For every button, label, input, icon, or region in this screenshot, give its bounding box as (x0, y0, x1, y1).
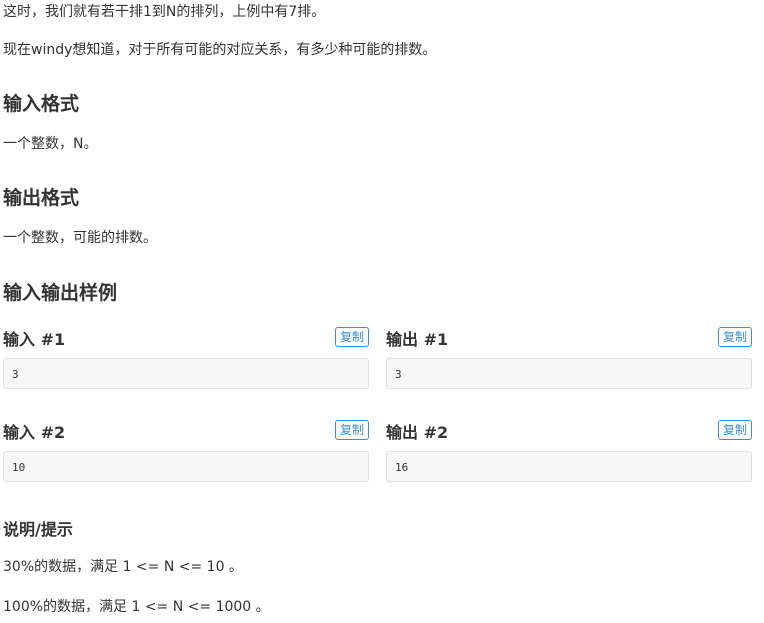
output-format-text: 一个整数，可能的排数。 (3, 230, 157, 246)
sample-output-1-box[interactable]: 3 (386, 358, 752, 389)
sample-output-1-title: 输出 #1 (386, 330, 449, 349)
sample-output-2-box[interactable]: 16 (386, 451, 752, 482)
hint-heading: 说明/提示 (3, 520, 73, 539)
copy-input-1-button[interactable]: 复制 (334, 327, 369, 347)
hint-text-1: 30%的数据，满足 1 <= N <= 10 。 (3, 559, 243, 575)
intro-paragraph-1: 这时，我们就有若干排1到N的排列，上例中有7排。 (3, 4, 326, 20)
samples-heading: 输入输出样例 (3, 282, 118, 304)
copy-output-1-button[interactable]: 复制 (717, 327, 752, 347)
copy-output-2-button[interactable]: 复制 (717, 420, 752, 440)
sample-input-1-box[interactable]: 3 (3, 358, 369, 389)
sample-input-2-box[interactable]: 10 (3, 451, 369, 482)
intro-paragraph-2: 现在windy想知道，对于所有可能的对应关系，有多少种可能的排数。 (3, 42, 437, 58)
hint-text-2: 100%的数据，满足 1 <= N <= 1000 。 (3, 599, 270, 615)
sample-input-2-title: 输入 #2 (3, 423, 66, 442)
sample-input-1-title: 输入 #1 (3, 330, 66, 349)
input-format-text: 一个整数，N。 (3, 136, 98, 152)
copy-input-2-button[interactable]: 复制 (334, 420, 369, 440)
sample-output-2-title: 输出 #2 (386, 423, 449, 442)
input-format-heading: 输入格式 (3, 93, 80, 115)
output-format-heading: 输出格式 (3, 187, 80, 209)
